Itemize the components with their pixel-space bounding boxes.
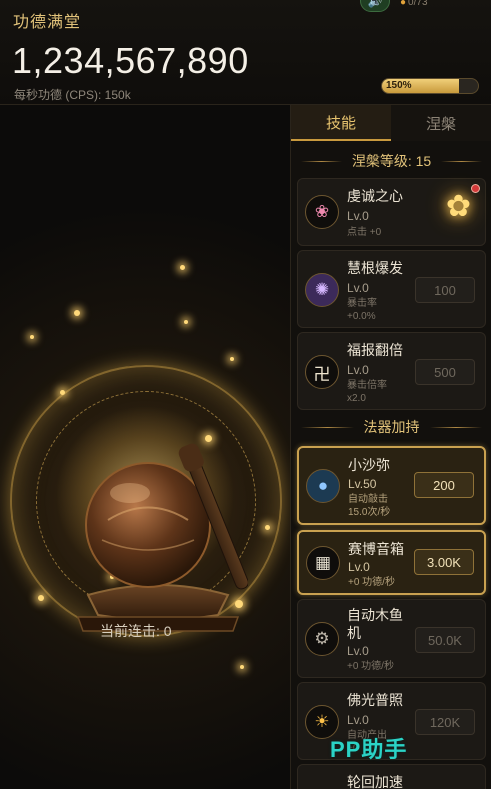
- spark: [30, 335, 34, 339]
- speaker-icon: ▦: [306, 546, 340, 580]
- artifact-desc: +0 功德/秒: [348, 577, 395, 588]
- cps-label: 每秒功德 (CPS): 150k: [14, 88, 131, 102]
- skill-name: 福报翻倍: [347, 342, 403, 358]
- upgrade-price-button[interactable]: 120K: [415, 709, 475, 735]
- artifact-name: 小沙弥: [348, 457, 390, 473]
- skill-desc-value: +0.0%: [347, 311, 376, 322]
- gear-icon: ⚙: [305, 622, 339, 656]
- upgrade-price-button[interactable]: 500: [415, 359, 475, 385]
- spark: [180, 265, 185, 270]
- artifact-name: 佛光普照: [347, 692, 403, 708]
- speaker-icon: 🔊: [367, 0, 383, 8]
- top-header: 功德满堂 🔊 ● 0/73 1,234,567,890 每秒功德 (CPS): 1…: [0, 0, 491, 105]
- skill-name: 虔诚之心: [347, 188, 403, 204]
- merit-total: 1,234,567,890: [12, 40, 249, 81]
- upgrade-panel: 技能 涅槃 涅槃等级: 15 ❀ 虔诚之心 Lv.0 点击 +0 ✿ ✺ 慧根爆…: [290, 105, 491, 789]
- brain-icon: ✺: [305, 273, 339, 307]
- spark: [38, 595, 44, 601]
- boost-label: 150%: [386, 80, 412, 91]
- artifact-level: Lv.0: [347, 644, 369, 658]
- app-title: 功德满堂: [13, 14, 82, 31]
- spark: [230, 357, 234, 361]
- upgrade-price-button[interactable]: 200: [414, 472, 474, 498]
- tab-nirvana[interactable]: 涅槃: [391, 105, 491, 141]
- spark: [265, 525, 270, 530]
- swastika-icon: 卍: [305, 355, 339, 389]
- skill-level: Lv.0: [347, 363, 369, 377]
- wooden-fish-stage[interactable]: 当前连击: 0: [0, 105, 290, 789]
- artifact-name: 赛博音箱: [348, 541, 404, 557]
- skill-desc-value: x2.0: [347, 393, 366, 404]
- artifact-level: Lv.0: [348, 560, 370, 574]
- artifact-level: Lv.0: [347, 713, 369, 727]
- skill-card-devout-heart[interactable]: ❀ 虔诚之心 Lv.0 点击 +0 ✿: [297, 178, 486, 246]
- wooden-fish-icon[interactable]: [68, 435, 248, 635]
- tab-skills[interactable]: 技能: [291, 105, 391, 141]
- golden-lotus-icon: ✿: [445, 190, 471, 223]
- combo-counter: 当前连击: 0: [100, 623, 172, 639]
- lotus-icon: ❀: [305, 195, 339, 229]
- spark: [74, 310, 80, 316]
- watermark-logo: PP助手: [330, 737, 408, 762]
- skill-level: Lv.0: [347, 209, 369, 223]
- artifact-name: 轮回加速: [347, 774, 403, 789]
- flame-icon: ●: [400, 0, 407, 8]
- artifact-name: 自动木鱼机: [347, 607, 403, 641]
- upgrade-price-button[interactable]: 50.0K: [415, 627, 475, 653]
- monk-icon: ●: [306, 469, 340, 503]
- artifact-card-reincarnation-boost[interactable]: 轮回加速: [297, 764, 486, 789]
- notification-dot: [471, 184, 480, 193]
- skill-card-fortune-double[interactable]: 卍 福报翻倍 Lv.0 暴击倍率 x2.0 500: [297, 332, 486, 410]
- sound-toggle-button[interactable]: 🔊: [360, 0, 390, 12]
- artifact-desc: 自动敲击: [348, 494, 388, 505]
- artifact-card-little-monk[interactable]: ● 小沙弥 Lv.50 自动敲击 15.0次/秒 200: [297, 446, 486, 525]
- upgrade-price-button[interactable]: 100: [415, 277, 475, 303]
- skill-desc: 暴击倍率: [347, 380, 387, 391]
- spark: [184, 320, 188, 324]
- artifact-desc: +0 功德/秒: [347, 661, 394, 672]
- upgrade-price-button[interactable]: 3.00K: [414, 549, 474, 575]
- skill-name: 慧根爆发: [347, 260, 403, 276]
- spark: [60, 390, 65, 395]
- panel-tabs: 技能 涅槃: [291, 105, 491, 141]
- spark: [240, 665, 244, 669]
- skill-level: Lv.0: [347, 281, 369, 295]
- artifacts-heading: 法器加持: [291, 417, 491, 437]
- artifact-card-cyber-speaker[interactable]: ▦ 赛博音箱 Lv.0 +0 功德/秒 3.00K: [297, 530, 486, 595]
- skill-desc: 点击 +0: [347, 227, 382, 238]
- skill-card-wisdom-burst[interactable]: ✺ 慧根爆发 Lv.0 暴击率 +0.0% 100: [297, 250, 486, 328]
- stage-counter: ● 0/73: [400, 0, 428, 8]
- nirvana-level-heading: 涅槃等级: 15: [291, 151, 491, 171]
- artifact-level: Lv.50: [348, 477, 377, 491]
- boost-progress-bar: 150%: [381, 78, 479, 94]
- artifact-card-auto-fish-machine[interactable]: ⚙ 自动木鱼机 Lv.0 +0 功德/秒 50.0K: [297, 599, 486, 678]
- artifact-rate: 15.0次/秒: [348, 507, 391, 518]
- skill-desc: 暴击率: [347, 298, 377, 309]
